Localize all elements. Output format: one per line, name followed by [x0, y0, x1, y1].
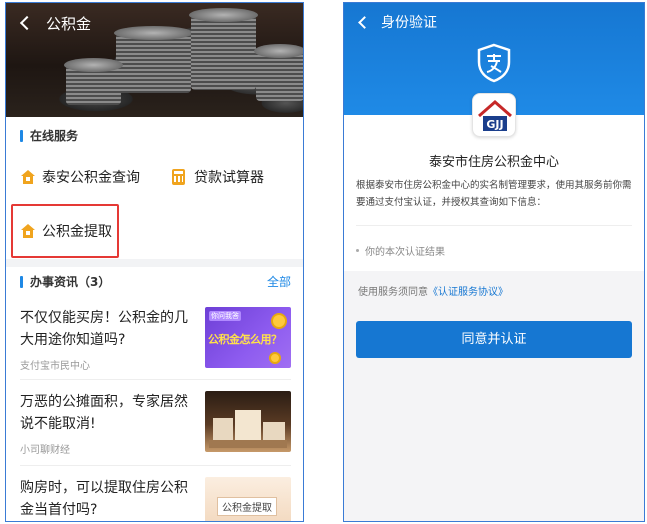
coin-stack [64, 58, 123, 105]
agreement-link[interactable]: 《认证服务协议》 [428, 287, 508, 298]
coin-stack [254, 44, 303, 101]
auth-description: 根据泰安市住房公积金中心的实名制管理要求，使用其服务前你需要通过支付宝认证，并授… [356, 180, 632, 208]
agreement-text: 使用服务须同意《认证服务协议》 [358, 283, 508, 298]
view-all-link[interactable]: 全部 [267, 273, 291, 290]
card-divider [356, 225, 632, 226]
thumb-tag: 你问我答 [209, 311, 241, 321]
page-title: 公积金 [46, 14, 92, 33]
section-heading-text: 在线服务 [30, 129, 79, 143]
news-source: 支付宝市民中心 [20, 361, 90, 372]
highlight-outline [11, 204, 119, 258]
news-thumbnail [205, 391, 291, 452]
news-title: 不仅仅能买房！公积金的几大用途你知道吗? [20, 310, 188, 348]
coin-icon [271, 313, 287, 329]
news-thumbnail: 公积金提取 [205, 477, 291, 521]
news-item[interactable]: 万恶的公摊面积，专家居然说不能取消! 小司聊财经 [6, 387, 303, 457]
agreement-prefix: 使用服务须同意 [358, 287, 428, 298]
section-accent-bar [20, 129, 23, 142]
identity-verification-panel: 身份验证 GJJ 泰安市住房公积金中心 根据泰安市住房公积金中心的实名制管理要求… [343, 2, 645, 522]
building-shape [213, 418, 233, 442]
calculator-icon [172, 169, 185, 185]
news-divider [20, 465, 291, 466]
alipay-shield-icon [476, 43, 512, 83]
info-item-text: 你的本次认证结果 [365, 247, 445, 258]
news-heading: 办事资讯（3） [20, 273, 110, 290]
thumb-label: 公积金提取 [217, 497, 277, 516]
org-name: 泰安市住房公积金中心 [428, 155, 559, 170]
news-item[interactable]: 购房时，可以提取住房公积金当首付吗? 公积金提取 [6, 473, 303, 521]
news-source: 小司聊财经 [20, 445, 70, 456]
section-heading-text: 办事资讯（3） [30, 275, 111, 289]
agree-and-verify-button[interactable]: 同意并认证 [356, 321, 632, 358]
bullet-dot [356, 249, 359, 252]
page-title: 身份验证 [381, 15, 437, 31]
back-arrow-icon[interactable] [19, 15, 35, 31]
news-thumbnail: 你问我答 公积金怎么用？ [205, 307, 291, 368]
back-arrow-icon[interactable] [358, 15, 371, 29]
logo-text: GJJ [486, 118, 503, 131]
service-label: 贷款试算器 [194, 170, 264, 186]
gjj-service-panel: 公积金 在线服务 泰安公积金查询 贷款试算器 公积金提取 办事资讯（3） 全部 … [5, 2, 304, 522]
section-accent-bar [20, 275, 23, 288]
building-shape [263, 422, 285, 442]
section-separator [6, 259, 303, 267]
service-loan-calculator[interactable]: 贷款试算器 [172, 167, 264, 187]
gjj-logo-icon: GJJ [472, 93, 516, 137]
news-title: 万恶的公摊面积，专家居然说不能取消! [20, 394, 188, 432]
service-gjj-query[interactable]: 泰安公积金查询 [20, 167, 140, 187]
building-shape [235, 410, 261, 442]
news-item[interactable]: 不仅仅能买房！公积金的几大用途你知道吗? 支付宝市民中心 你问我答 公积金怎么用… [6, 303, 303, 373]
news-title: 购房时，可以提取住房公积金当首付吗? [20, 480, 188, 518]
right-header: 身份验证 [344, 3, 437, 41]
info-item: 你的本次认证结果 [356, 243, 445, 258]
thumb-headline: 公积金怎么用？ [208, 333, 282, 346]
house-icon [20, 169, 36, 185]
coin-icon [269, 352, 281, 364]
news-divider [20, 379, 291, 380]
online-services-heading: 在线服务 [20, 127, 78, 144]
model-base [209, 440, 287, 448]
service-label: 泰安公积金查询 [42, 170, 140, 186]
left-header: 公积金 [6, 3, 303, 43]
